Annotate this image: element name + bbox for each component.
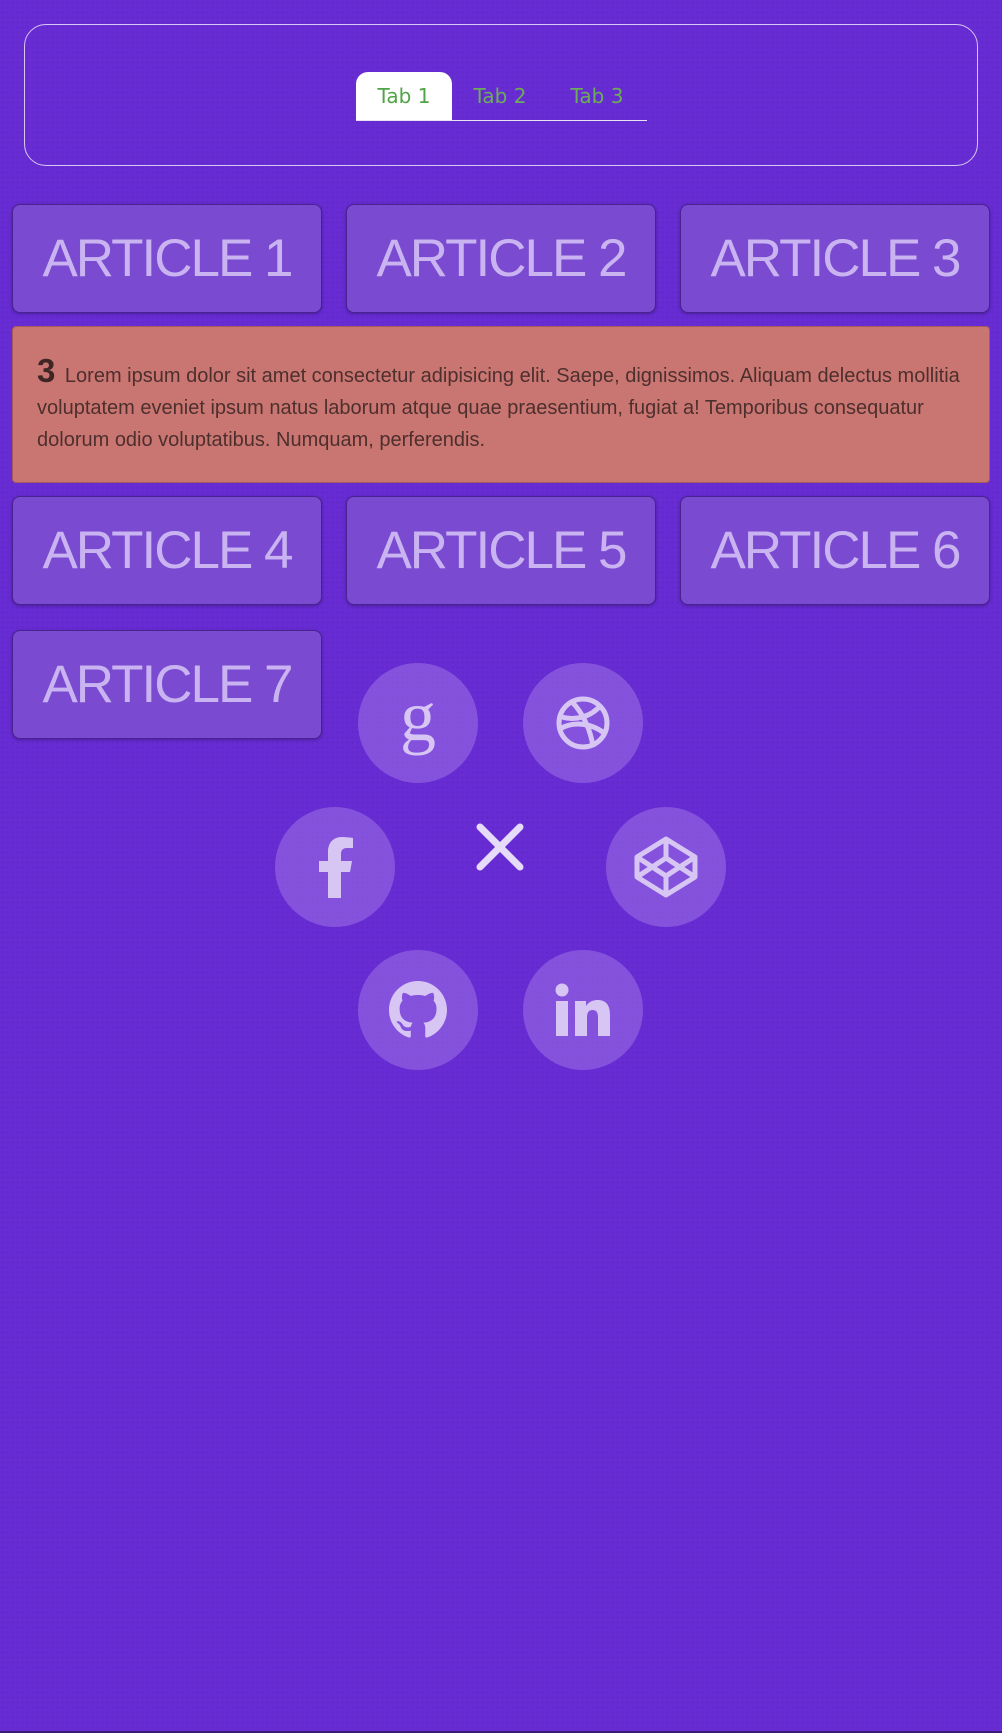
facebook-button[interactable] [275, 807, 395, 927]
codepen-icon [634, 836, 698, 898]
article-card-5[interactable]: ARTICLE 5 [346, 496, 656, 605]
detail-text: Lorem ipsum dolor sit amet consectetur a… [37, 365, 960, 451]
dribbble-button[interactable] [523, 663, 643, 783]
article-card-7[interactable]: ARTICLE 7 [12, 630, 322, 739]
tabs-panel: Tab 1 Tab 2 Tab 3 [24, 24, 978, 166]
close-icon [476, 823, 524, 871]
article-card-3[interactable]: ARTICLE 3 [680, 204, 990, 313]
linkedin-button[interactable] [523, 950, 643, 1070]
google-button[interactable]: g [358, 663, 478, 783]
article-card-4[interactable]: ARTICLE 4 [12, 496, 322, 605]
google-icon: g [400, 688, 436, 756]
facebook-icon [319, 837, 353, 898]
tab-1[interactable]: Tab 1 [356, 72, 452, 120]
tab-bar: Tab 1 Tab 2 Tab 3 [356, 72, 647, 121]
article-card-1[interactable]: ARTICLE 1 [12, 204, 322, 313]
tab-3[interactable]: Tab 3 [549, 72, 645, 120]
article-card-2[interactable]: ARTICLE 2 [346, 204, 656, 313]
close-button[interactable] [460, 807, 540, 887]
github-button[interactable] [358, 950, 478, 1070]
article-card-6[interactable]: ARTICLE 6 [680, 496, 990, 605]
codepen-button[interactable] [606, 807, 726, 927]
github-icon [389, 981, 447, 1038]
svg-text:g: g [400, 688, 436, 756]
tab-2[interactable]: Tab 2 [452, 72, 548, 120]
dribbble-icon [556, 696, 610, 750]
detail-number: 3 [37, 352, 56, 389]
article-detail-panel: 3 Lorem ipsum dolor sit amet consectetur… [12, 326, 990, 483]
linkedin-icon [555, 983, 610, 1036]
